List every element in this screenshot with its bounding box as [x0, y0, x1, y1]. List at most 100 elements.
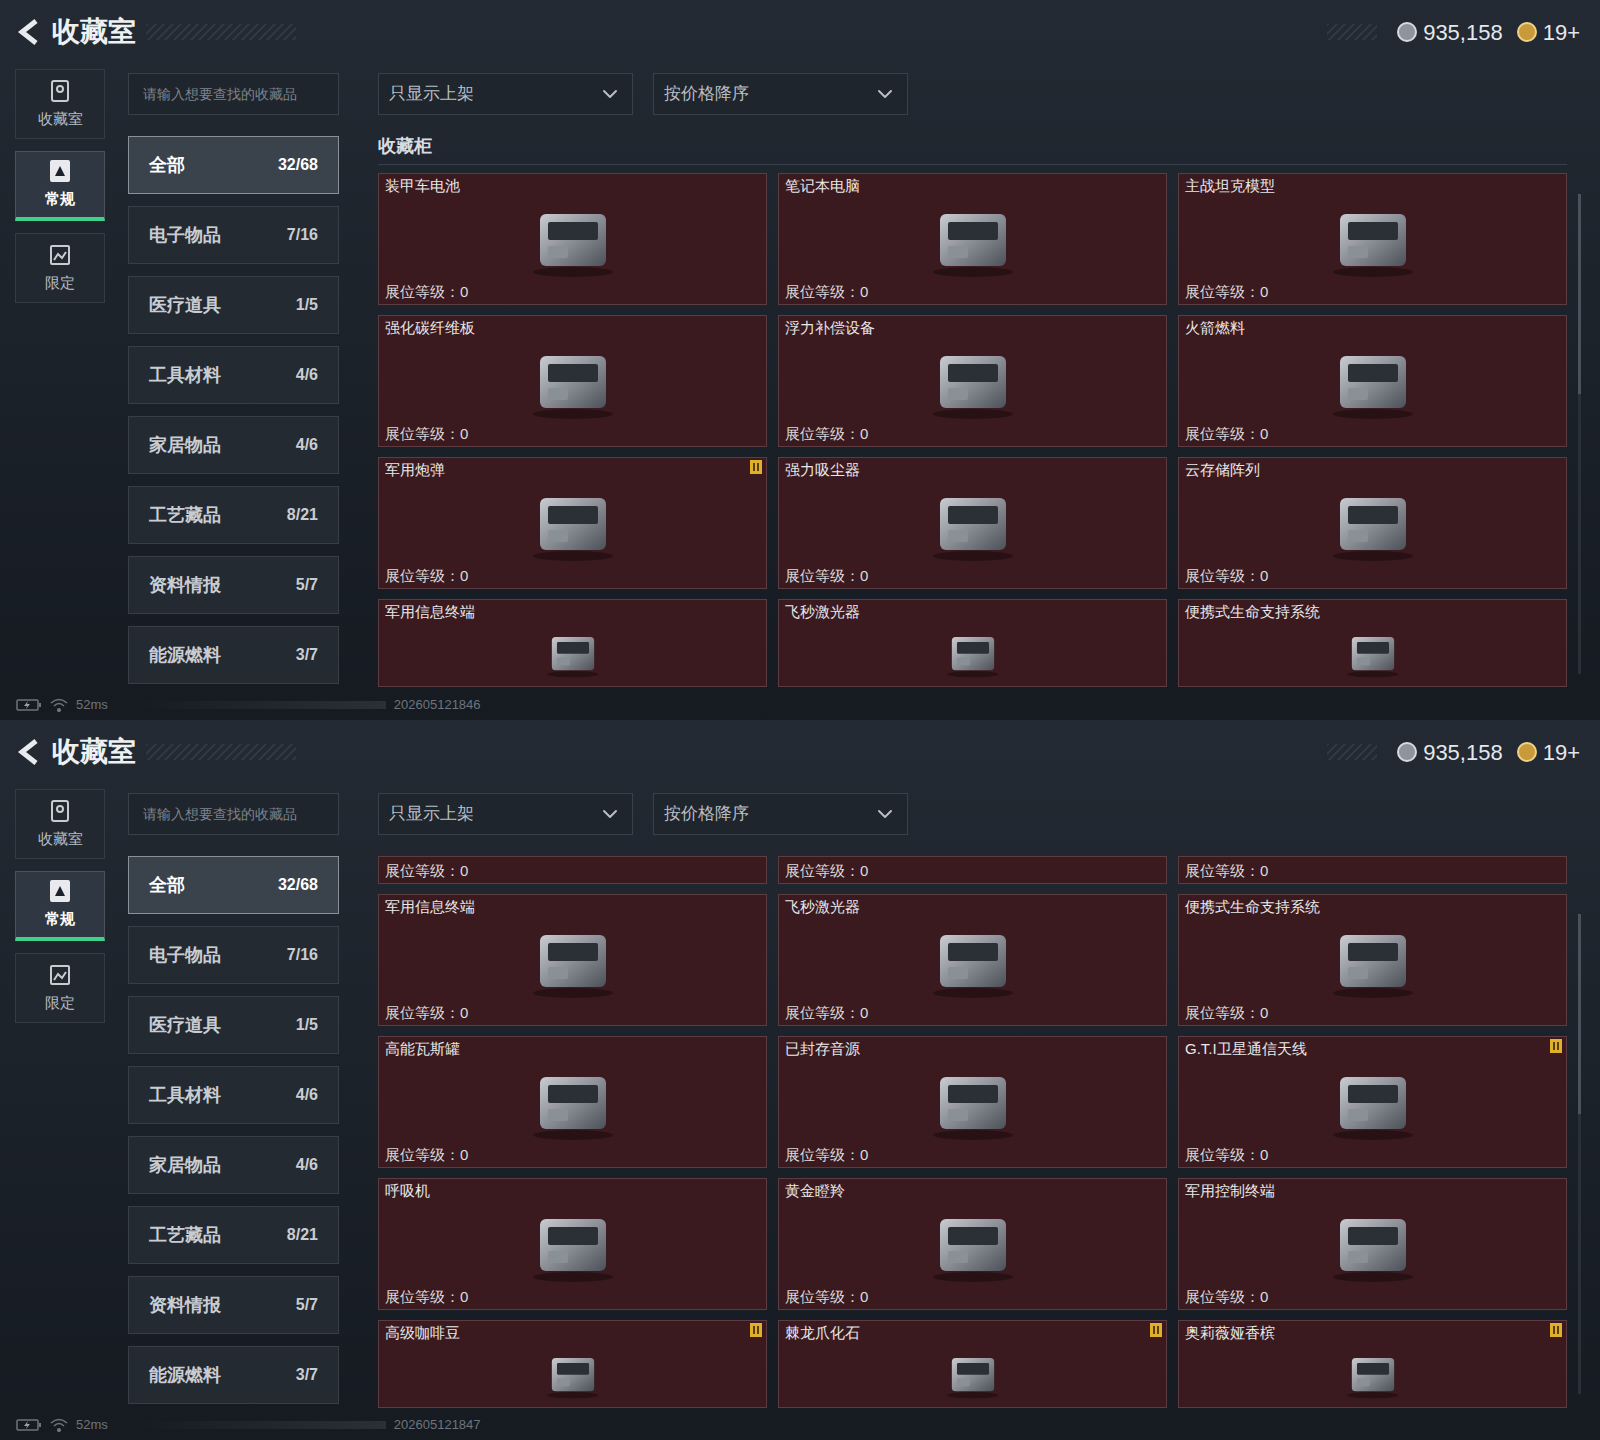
- category-item[interactable]: 工具材料4/6: [128, 1066, 339, 1124]
- category-item[interactable]: 资料情报5/7: [128, 556, 339, 614]
- filter-bar: 只显示上架按价格降序: [378, 793, 1567, 835]
- filter-dropdown[interactable]: 只显示上架: [378, 793, 633, 835]
- category-item[interactable]: 资料情报5/7: [128, 1276, 339, 1334]
- card-name: 奥莉薇娅香槟: [1185, 1323, 1560, 1343]
- card-level: 展位等级：0: [785, 282, 1160, 302]
- card-level: 展位等级：0: [1185, 1145, 1560, 1165]
- card-name: 军用信息终端: [385, 897, 760, 917]
- card-name: 笔记本电脑: [785, 176, 1160, 196]
- item-card[interactable]: 强化碳纤维板展位等级：0: [378, 315, 767, 447]
- category-item[interactable]: 能源燃料3/7: [128, 1346, 339, 1404]
- category-item[interactable]: 家居物品4/6: [128, 1136, 339, 1194]
- item-card[interactable]: 黄金瞪羚展位等级：0: [778, 1178, 1167, 1310]
- category-item[interactable]: 医疗道具1/5: [128, 276, 339, 334]
- item-card[interactable]: 呼吸机展位等级：0: [378, 1178, 767, 1310]
- item-image-icon: [518, 1205, 628, 1283]
- battery-icon: [16, 1419, 42, 1431]
- nav-item[interactable]: 限定: [15, 953, 105, 1023]
- item-card[interactable]: 军用炮弹展位等级：0: [378, 457, 767, 589]
- item-card[interactable]: 展位等级：0: [778, 856, 1167, 884]
- nav-item[interactable]: 收藏室: [15, 789, 105, 859]
- item-card[interactable]: 云存储阵列展位等级：0: [1178, 457, 1567, 589]
- filter-dropdown[interactable]: 按价格降序: [653, 73, 908, 115]
- category-item[interactable]: 工艺藏品8/21: [128, 1206, 339, 1264]
- card-level: 展位等级：0: [785, 861, 1160, 881]
- item-card[interactable]: 展位等级：0: [1178, 856, 1567, 884]
- category-item[interactable]: 工艺藏品8/21: [128, 486, 339, 544]
- back-icon[interactable]: [16, 18, 42, 46]
- item-image-icon: [918, 1205, 1028, 1283]
- app: 收藏室935,15819+收藏室常规限定请输入想要查找的收藏品全部32/68电子…: [0, 0, 1600, 1440]
- cabinet-icon: [48, 798, 72, 824]
- item-card[interactable]: 装甲车电池展位等级：0: [378, 173, 767, 305]
- search-input[interactable]: 请输入想要查找的收藏品: [128, 73, 339, 115]
- timestamp: 202605121847: [394, 1415, 481, 1435]
- item-card[interactable]: 军用控制终端展位等级：0: [1178, 1178, 1567, 1310]
- category-item[interactable]: 电子物品7/16: [128, 926, 339, 984]
- item-card[interactable]: G.T.I卫星通信天线展位等级：0: [1178, 1036, 1567, 1168]
- picture-icon: [48, 962, 72, 988]
- search-input[interactable]: 请输入想要查找的收藏品: [128, 793, 339, 835]
- back-icon[interactable]: [16, 738, 42, 766]
- card-name: 军用信息终端: [385, 602, 760, 622]
- item-card[interactable]: 便携式生命支持系统: [1178, 599, 1567, 687]
- alert-badge-icon: [1550, 1323, 1562, 1337]
- item-card[interactable]: 已封存音源展位等级：0: [778, 1036, 1167, 1168]
- item-card[interactable]: 浮力补偿设备展位等级：0: [778, 315, 1167, 447]
- ping: 52ms: [76, 1415, 108, 1435]
- coin-icon: [1397, 742, 1417, 762]
- card-level: 展位等级：0: [1185, 861, 1560, 881]
- chevron-down-icon: [873, 82, 897, 106]
- item-card[interactable]: 高级咖啡豆: [378, 1320, 767, 1408]
- currency: 935,158: [1397, 736, 1503, 769]
- item-card[interactable]: 笔记本电脑展位等级：0: [778, 173, 1167, 305]
- category-item[interactable]: 电子物品7/16: [128, 206, 339, 264]
- nav-item[interactable]: 常规: [15, 871, 105, 941]
- item-card[interactable]: 奥莉薇娅香槟: [1178, 1320, 1567, 1408]
- wifi-icon: [50, 698, 68, 712]
- item-card[interactable]: 军用信息终端展位等级：0: [378, 894, 767, 1026]
- card-level: 展位等级：0: [385, 566, 760, 586]
- item-card[interactable]: 便携式生命支持系统展位等级：0: [1178, 894, 1567, 1026]
- card-name: 火箭燃料: [1185, 318, 1560, 338]
- nav-item[interactable]: 限定: [15, 233, 105, 303]
- item-card[interactable]: 军用信息终端: [378, 599, 767, 687]
- status-bar: 52ms 202605121847: [0, 1410, 1600, 1440]
- category-item[interactable]: 全部32/68: [128, 136, 339, 194]
- scrollbar[interactable]: [1578, 194, 1581, 674]
- document-icon: [48, 158, 72, 184]
- card-name: 云存储阵列: [1185, 460, 1560, 480]
- item-image-icon: [1318, 342, 1428, 420]
- item-card[interactable]: 棘龙爪化石: [778, 1320, 1167, 1408]
- item-image-icon: [918, 484, 1028, 562]
- category-item[interactable]: 家居物品4/6: [128, 416, 339, 474]
- category-item[interactable]: 医疗道具1/5: [128, 996, 339, 1054]
- currency: 19+: [1517, 736, 1580, 769]
- category-item[interactable]: 全部32/68: [128, 856, 339, 914]
- item-card[interactable]: 火箭燃料展位等级：0: [1178, 315, 1567, 447]
- picture-icon: [48, 242, 72, 268]
- nav-item[interactable]: 常规: [15, 151, 105, 221]
- currency: 19+: [1517, 16, 1580, 49]
- nav-item[interactable]: 收藏室: [15, 69, 105, 139]
- item-card[interactable]: 飞秒激光器展位等级：0: [778, 894, 1167, 1026]
- timestamp: 202605121846: [394, 695, 481, 715]
- card-name: 棘龙爪化石: [785, 1323, 1160, 1343]
- item-card[interactable]: 飞秒激光器: [778, 599, 1167, 687]
- item-card[interactable]: 强力吸尘器展位等级：0: [778, 457, 1167, 589]
- item-card[interactable]: 主战坦克模型展位等级：0: [1178, 173, 1567, 305]
- filter-dropdown[interactable]: 只显示上架: [378, 73, 633, 115]
- item-image-icon: [518, 342, 628, 420]
- category-item[interactable]: 工具材料4/6: [128, 346, 339, 404]
- item-image-icon: [1318, 200, 1428, 278]
- filter-dropdown[interactable]: 按价格降序: [653, 793, 908, 835]
- item-card[interactable]: 高能瓦斯罐展位等级：0: [378, 1036, 767, 1168]
- item-card[interactable]: 展位等级：0: [378, 856, 767, 884]
- category-item[interactable]: 能源燃料3/7: [128, 626, 339, 684]
- collection-screen: 收藏室935,15819+收藏室常规限定请输入想要查找的收藏品全部32/68电子…: [0, 0, 1600, 720]
- card-grid: 展位等级：0展位等级：0展位等级：0军用信息终端展位等级：0飞秒激光器展位等级：…: [378, 856, 1567, 1408]
- card-level: 展位等级：0: [1185, 1003, 1560, 1023]
- scrollbar[interactable]: [1578, 914, 1581, 1394]
- battery-icon: [16, 699, 42, 711]
- item-image-icon: [518, 200, 628, 278]
